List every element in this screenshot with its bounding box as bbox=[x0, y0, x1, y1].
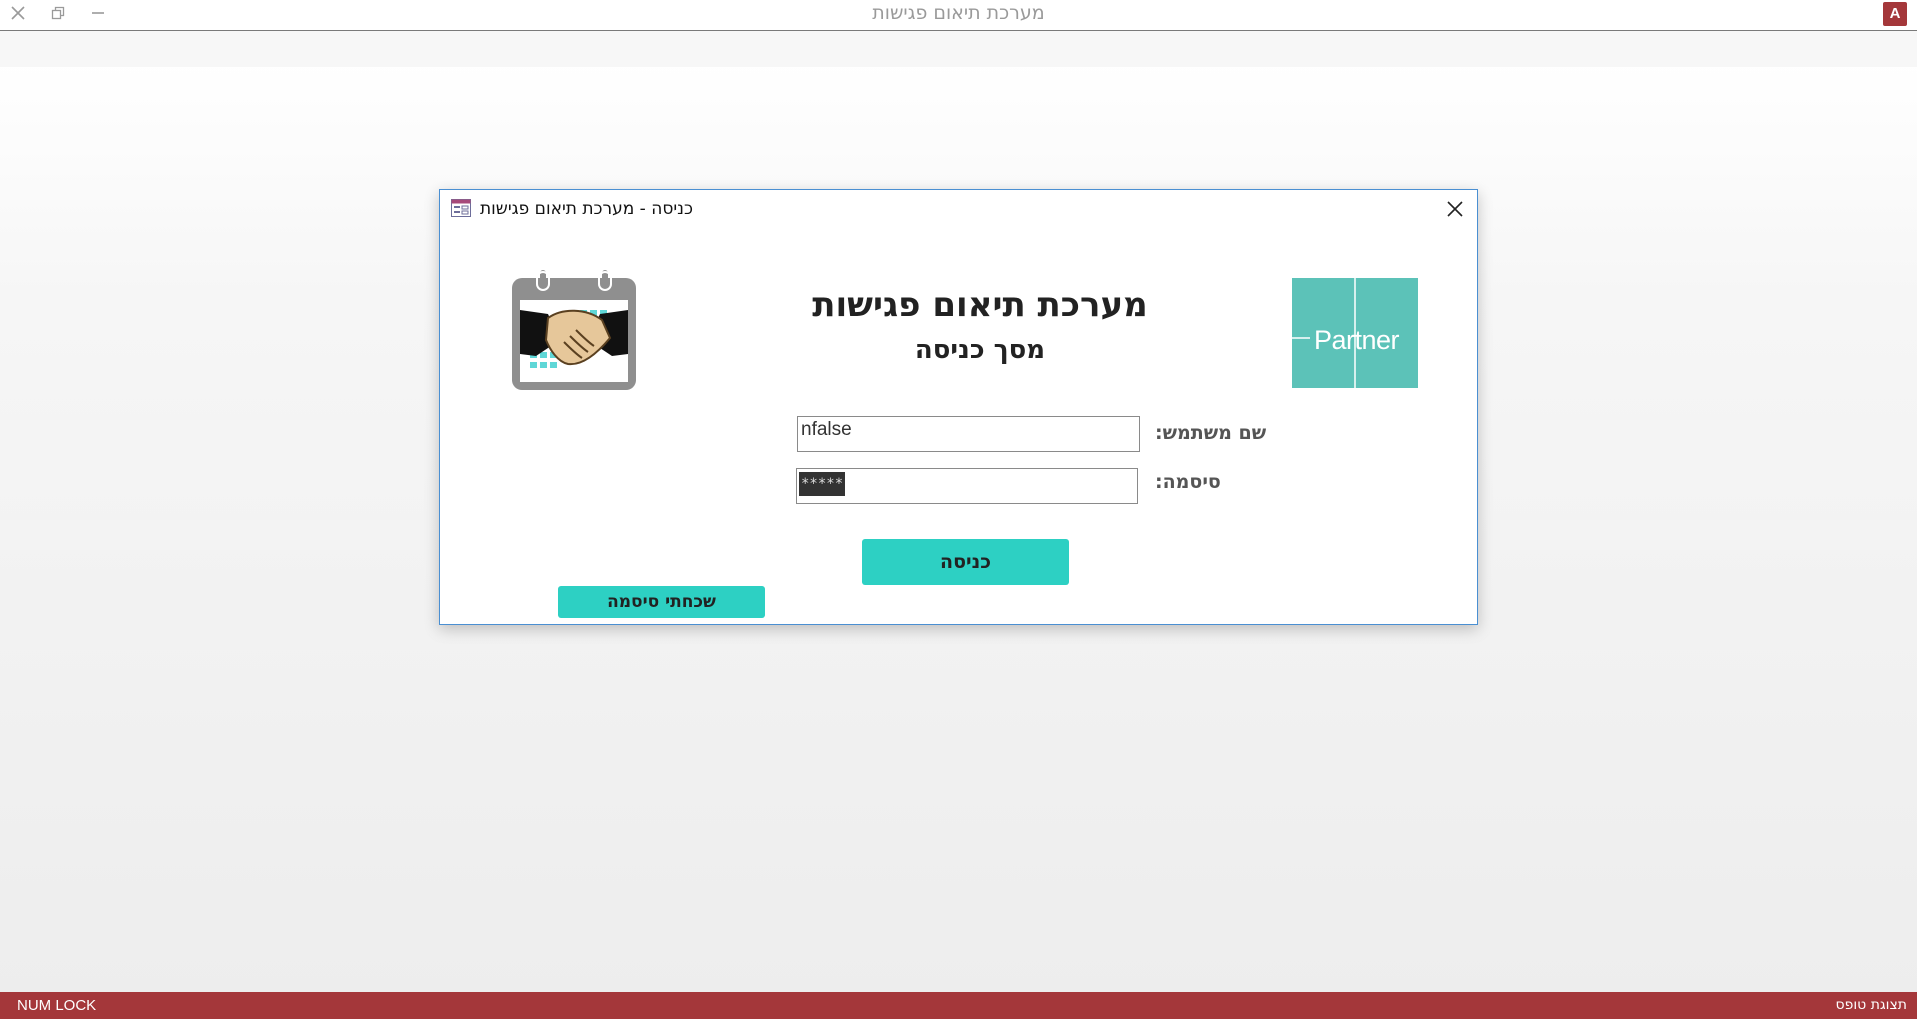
sub-title: מסך כניסה bbox=[914, 335, 1046, 365]
form-view-indicator: תצוגת טופס bbox=[1835, 997, 1907, 1013]
calendar-handshake-icon bbox=[512, 270, 636, 390]
status-bar: NUM LOCK תצוגת טופס bbox=[0, 992, 1917, 1019]
main-title: מערכת תיאום פגישות bbox=[812, 285, 1148, 325]
forgot-password-button[interactable]: שכחתי סיסמה bbox=[558, 586, 765, 618]
ribbon-area bbox=[0, 31, 1917, 67]
window-title: מערכת תיאום פגישות bbox=[872, 2, 1045, 24]
login-button[interactable]: כניסה bbox=[862, 539, 1069, 585]
form-icon bbox=[451, 199, 471, 217]
access-app-icon: A bbox=[1883, 2, 1907, 26]
login-dialog: כניסה - מערכת תיאום פגישות Partner מערכת… bbox=[439, 189, 1478, 625]
num-lock-indicator: NUM LOCK bbox=[17, 997, 97, 1014]
partner-logo-text: Partner bbox=[1314, 325, 1400, 355]
password-label: סיסמה: bbox=[1155, 471, 1221, 493]
username-input[interactable]: nfalse bbox=[797, 416, 1140, 452]
password-input[interactable]: ***** bbox=[796, 468, 1138, 504]
partner-logo: Partner bbox=[1292, 278, 1418, 388]
dialog-close-button[interactable] bbox=[1444, 198, 1466, 220]
close-icon bbox=[1447, 201, 1463, 217]
password-mask: ***** bbox=[799, 472, 846, 496]
window-titlebar: מערכת תיאום פגישות A bbox=[0, 0, 1917, 31]
dialog-title: כניסה - מערכת תיאום פגישות bbox=[480, 199, 693, 219]
username-label: שם משתמש: bbox=[1155, 422, 1267, 444]
dialog-titlebar: כניסה - מערכת תיאום פגישות bbox=[440, 190, 1477, 230]
